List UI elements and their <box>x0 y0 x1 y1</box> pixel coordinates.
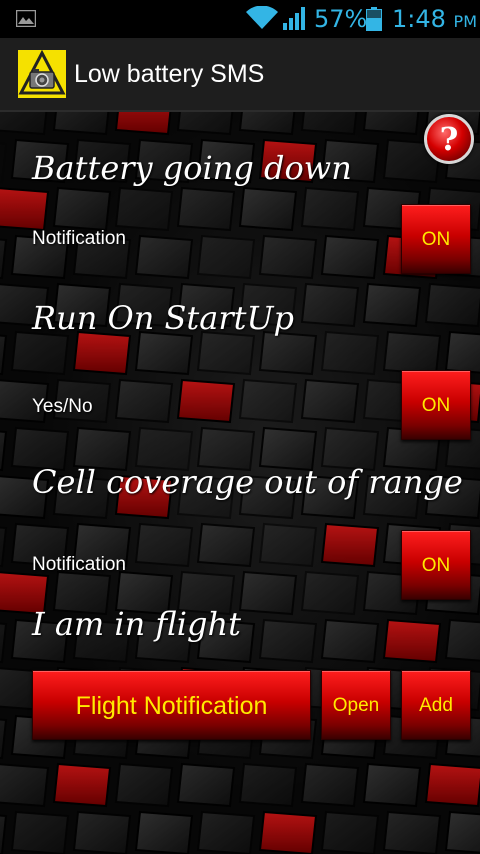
app-warning-icon <box>18 49 66 98</box>
startup-toggle[interactable]: ON <box>401 370 471 440</box>
clock-ampm: PM <box>453 12 477 31</box>
status-bar: 57% 1:48 PM <box>0 0 480 38</box>
app-title: Low battery SMS <box>74 60 265 88</box>
cell-signal-icon <box>283 7 305 30</box>
help-button[interactable]: ? <box>424 114 474 164</box>
clock: 1:48 PM <box>392 4 477 37</box>
cell-coverage-toggle[interactable]: ON <box>401 530 471 600</box>
battery-notification-label: Notification <box>32 228 126 249</box>
flight-notification-button[interactable]: Flight Notification <box>32 670 311 740</box>
action-bar: Low battery SMS <box>0 38 480 112</box>
cell-coverage-notification-label: Notification <box>32 554 126 575</box>
battery-icon <box>366 7 382 31</box>
wifi-icon <box>246 6 278 29</box>
section-title-cell-coverage: Cell coverage out of range <box>32 463 463 501</box>
battery-notification-toggle[interactable]: ON <box>401 204 471 274</box>
battery-percent: 57% <box>314 5 368 33</box>
section-title-battery: Battery going down <box>32 149 352 187</box>
flight-open-button[interactable]: Open <box>321 670 391 740</box>
section-title-startup: Run On StartUp <box>32 299 294 337</box>
flight-add-button[interactable]: Add <box>401 670 471 740</box>
section-title-flight: I am in flight <box>32 605 241 643</box>
image-notification-icon <box>16 10 36 27</box>
startup-label: Yes/No <box>32 396 93 417</box>
main-content: ? Battery going down Notification ON Run… <box>0 112 480 854</box>
clock-time: 1:48 <box>392 5 446 33</box>
